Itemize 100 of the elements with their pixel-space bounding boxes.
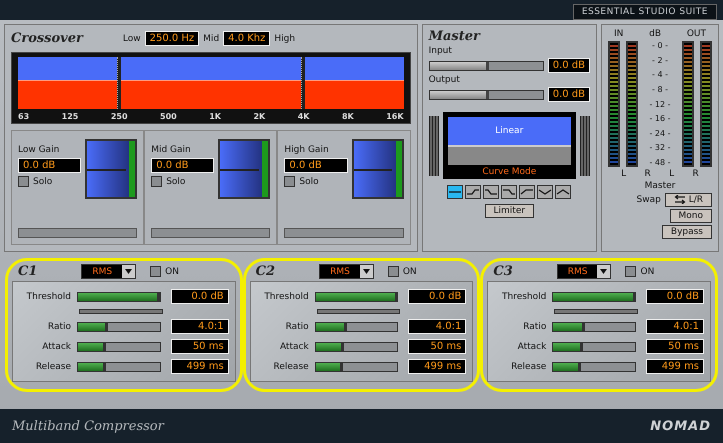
curve-shape-button[interactable] bbox=[483, 185, 500, 199]
gain-label: Low Gain bbox=[18, 145, 60, 155]
channel-label: R bbox=[692, 169, 699, 179]
curve-shape-icon bbox=[520, 187, 534, 197]
curve-shape-button[interactable] bbox=[501, 185, 518, 199]
parameter-slider[interactable] bbox=[552, 322, 636, 332]
low-frequency-readout[interactable]: 250.0 Hz bbox=[144, 31, 200, 46]
gain-readout: 0.0 dB bbox=[151, 158, 214, 173]
gain-fader[interactable] bbox=[352, 139, 404, 199]
channel-label: L bbox=[621, 169, 626, 179]
db-scale-label: - 2 - bbox=[651, 56, 669, 65]
parameter-slider[interactable] bbox=[77, 362, 161, 372]
solo-label: Solo bbox=[166, 176, 186, 186]
parameter-slider[interactable] bbox=[314, 322, 398, 332]
curve-shape-button[interactable] bbox=[519, 185, 536, 199]
solo-checkbox[interactable] bbox=[151, 176, 162, 187]
frequency-label: 63 bbox=[18, 112, 30, 121]
dropdown-arrow-icon bbox=[362, 269, 370, 274]
gain-fader[interactable] bbox=[85, 139, 138, 199]
parameter-label: Release bbox=[272, 362, 309, 372]
on-checkbox[interactable] bbox=[388, 266, 399, 277]
parameter-readout: 50 ms bbox=[646, 339, 704, 354]
parameter-readout: 0.0 dB bbox=[646, 289, 704, 304]
parameter-readout: 499 ms bbox=[170, 359, 229, 374]
parameter-readout: 50 ms bbox=[408, 339, 466, 354]
meter-caption: Master bbox=[644, 181, 676, 191]
parameter-label: Threshold bbox=[26, 292, 71, 302]
solo-checkbox[interactable] bbox=[284, 176, 296, 187]
dropdown-arrow-icon bbox=[600, 269, 608, 274]
on-checkbox[interactable] bbox=[625, 266, 636, 277]
low-label: Low bbox=[122, 34, 141, 44]
parameter-label: Attack bbox=[516, 342, 546, 352]
limiter-button[interactable]: Limiter bbox=[484, 204, 534, 218]
channel-label: R bbox=[644, 169, 651, 179]
on-label: ON bbox=[165, 266, 179, 276]
frequency-label: 250 bbox=[110, 112, 128, 121]
parameter-readout: 4.0:1 bbox=[408, 319, 466, 334]
parameter-label: Ratio bbox=[284, 322, 309, 332]
frequency-label: 125 bbox=[62, 112, 78, 121]
brand-logo: NOMAD bbox=[650, 418, 711, 434]
db-scale-label: - 16 - bbox=[648, 114, 672, 124]
solo-label: Solo bbox=[33, 176, 52, 186]
db-scale-label: - 4 - bbox=[651, 70, 669, 80]
compressor-title: C1 bbox=[18, 264, 38, 279]
output-label: Output bbox=[428, 75, 460, 85]
parameter-slider[interactable] bbox=[552, 342, 636, 352]
parameter-slider[interactable] bbox=[77, 292, 161, 302]
mid-frequency-readout[interactable]: 4.0 Khz bbox=[223, 31, 270, 46]
on-checkbox[interactable] bbox=[150, 266, 162, 277]
parameter-label: Attack bbox=[41, 342, 71, 352]
parameter-slider[interactable] bbox=[552, 292, 636, 302]
gain-readout: 0.0 dB bbox=[284, 158, 348, 173]
high-label: High bbox=[274, 34, 296, 44]
frequency-label: 16K bbox=[386, 112, 404, 121]
curve-shape-icon bbox=[466, 187, 480, 197]
curve-shape-button[interactable] bbox=[465, 185, 482, 199]
curve-shape-button[interactable] bbox=[447, 185, 464, 199]
parameter-label: Release bbox=[510, 362, 546, 372]
detector-dropdown[interactable]: RMS bbox=[556, 264, 612, 279]
parameter-slider[interactable] bbox=[314, 362, 398, 372]
curve-shape-button[interactable] bbox=[555, 185, 572, 199]
db-scale-label: - 0 - bbox=[651, 41, 669, 50]
swap-button[interactable]: L/R bbox=[664, 193, 712, 207]
curve-shape-button[interactable] bbox=[537, 185, 554, 199]
product-title: Multiband Compressor bbox=[12, 418, 164, 434]
parameter-readout: 0.0 dB bbox=[408, 289, 466, 304]
compressor-title: C3 bbox=[493, 264, 513, 279]
parameter-readout: 499 ms bbox=[646, 359, 704, 374]
parameter-readout: 50 ms bbox=[170, 339, 229, 354]
detector-dropdown[interactable]: RMS bbox=[81, 264, 136, 279]
bypass-button[interactable]: Bypass bbox=[662, 225, 712, 239]
crossover-title: Crossover bbox=[11, 31, 83, 46]
detector-dropdown[interactable]: RMS bbox=[319, 264, 374, 279]
curve-display[interactable]: Linear Curve Mode bbox=[442, 112, 576, 179]
gain-label: Mid Gain bbox=[151, 145, 192, 155]
frequency-label: 500 bbox=[160, 112, 177, 121]
input-slider[interactable] bbox=[428, 60, 544, 70]
parameter-readout: 0.0 dB bbox=[170, 289, 229, 304]
db-scale-label: - 8 - bbox=[651, 84, 669, 94]
parameter-slider[interactable] bbox=[314, 292, 398, 302]
output-slider[interactable] bbox=[428, 90, 544, 100]
frequency-label: 4K bbox=[298, 112, 310, 121]
mono-button[interactable]: Mono bbox=[670, 209, 712, 223]
output-readout: 0.0 dB bbox=[548, 87, 590, 102]
curve-shape-icon bbox=[556, 187, 570, 197]
gain-fader[interactable] bbox=[218, 139, 270, 199]
solo-checkbox[interactable] bbox=[18, 176, 29, 187]
parameter-slider[interactable] bbox=[314, 342, 398, 352]
curve-mode-value: Linear bbox=[495, 126, 524, 136]
parameter-slider[interactable] bbox=[77, 322, 161, 332]
db-scale-label: - 32 - bbox=[648, 143, 672, 152]
parameter-slider[interactable] bbox=[77, 342, 161, 352]
parameter-label: Ratio bbox=[522, 322, 546, 332]
crossover-display[interactable]: 63 125 250 500 1K 2K 4K 8K 16K bbox=[11, 52, 411, 124]
gain-label: High Gain bbox=[284, 145, 330, 155]
parameter-slider[interactable] bbox=[552, 362, 636, 372]
dropdown-arrow-icon bbox=[125, 269, 132, 274]
frequency-label: 8K bbox=[342, 112, 354, 121]
out-label: OUT bbox=[686, 29, 706, 39]
master-title: Master bbox=[428, 29, 482, 44]
